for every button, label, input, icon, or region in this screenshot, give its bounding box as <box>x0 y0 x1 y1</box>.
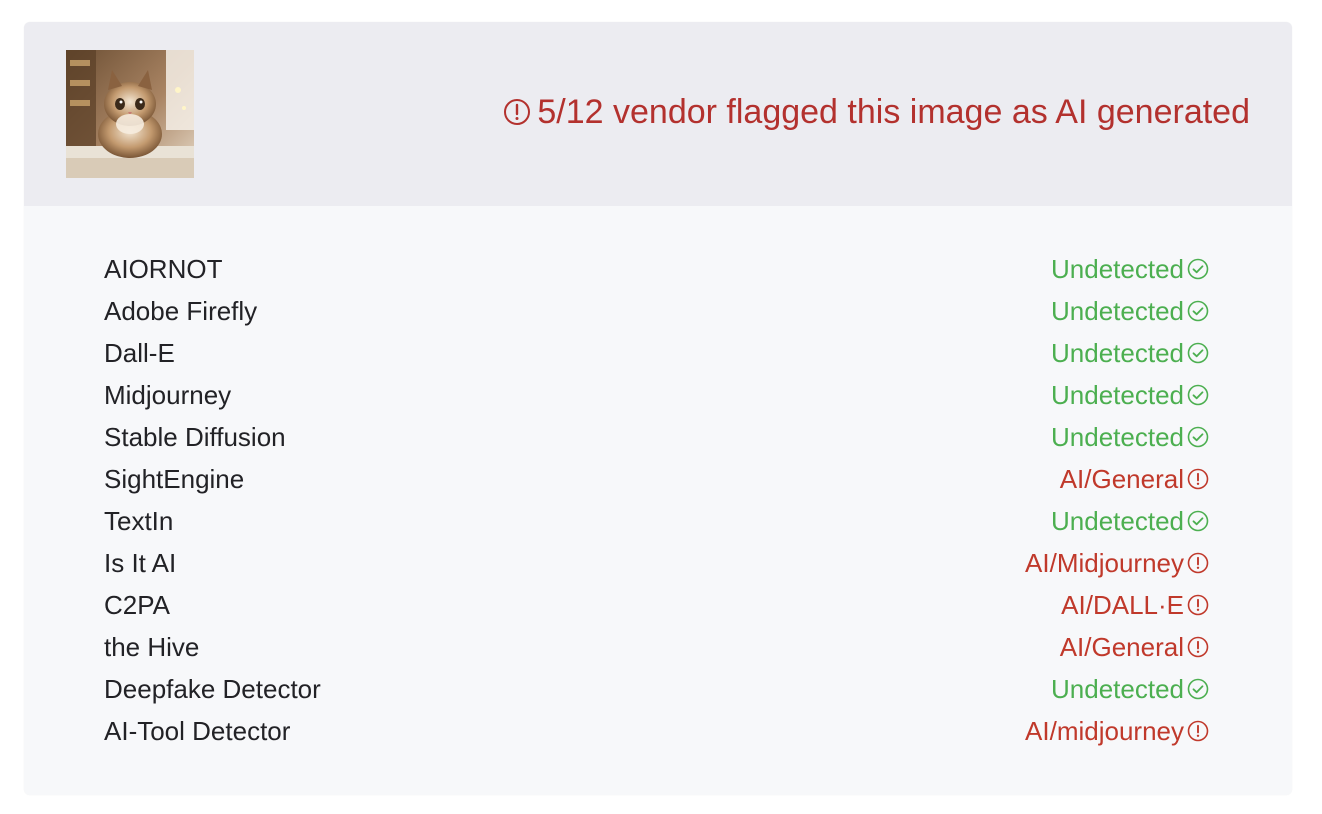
vendor-row: Stable Diffusion Undetected <box>104 416 1210 458</box>
vendor-status-flagged: AI/DALL·E <box>1061 584 1210 626</box>
alert-circle-icon <box>1186 551 1210 575</box>
alert-circle-icon <box>1186 719 1210 743</box>
vendor-status-text: AI/midjourney <box>1025 716 1184 746</box>
vendor-status-text: Undetected <box>1051 338 1184 368</box>
vendor-status-undetected: Undetected <box>1051 290 1210 332</box>
vendor-row: AI-Tool Detector AI/midjourney <box>104 710 1210 752</box>
vendor-status-flagged: AI/General <box>1060 458 1210 500</box>
vendor-status-undetected: Undetected <box>1051 668 1210 710</box>
vendor-name: Midjourney <box>104 380 232 410</box>
check-circle-icon <box>1186 509 1210 533</box>
vendor-status-text: Undetected <box>1051 422 1184 452</box>
vendor-status-text: Undetected <box>1051 380 1184 410</box>
alert-circle-icon <box>1186 635 1210 659</box>
vendor-row: Is It AI AI/Midjourney <box>104 542 1210 584</box>
vendor-status-text: Undetected <box>1051 506 1184 536</box>
vendor-status-text: AI/Midjourney <box>1025 548 1184 578</box>
check-circle-icon <box>1186 257 1210 281</box>
vendor-status-flagged: AI/General <box>1060 626 1210 668</box>
cat-photo <box>66 50 194 178</box>
vendor-status-undetected: Undetected <box>1051 416 1210 458</box>
vendor-row: Midjourney Undetected <box>104 374 1210 416</box>
alert-circle-icon <box>501 96 533 128</box>
vendor-row: Deepfake Detector Undetected <box>104 668 1210 710</box>
vendor-row: SightEngine AI/General <box>104 458 1210 500</box>
vendor-row: Adobe Firefly Undetected <box>104 290 1210 332</box>
vendor-name: Deepfake Detector <box>104 674 321 704</box>
check-circle-icon <box>1186 299 1210 323</box>
vendor-status-text: Undetected <box>1051 674 1184 704</box>
vendor-row: TextIn Undetected <box>104 500 1210 542</box>
flagged-summary-text: 5/12 vendor flagged this image as AI gen… <box>537 93 1250 131</box>
vendor-status-text: AI/General <box>1059 632 1184 662</box>
vendor-status-flagged: AI/midjourney <box>1025 710 1210 752</box>
vendor-status-undetected: Undetected <box>1051 332 1210 374</box>
vendor-name: Stable Diffusion <box>104 422 286 452</box>
detection-result-card: 5/12 vendor flagged this image as AI gen… <box>24 22 1292 795</box>
vendor-status-undetected: Undetected <box>1051 500 1210 542</box>
vendor-row: AIORNOT Undetected <box>104 248 1210 290</box>
vendor-results-list: AIORNOT Undetected Adobe Firefly Undetected… <box>104 248 1210 752</box>
vendor-name: Dall-E <box>104 338 175 368</box>
alert-circle-icon <box>1186 593 1210 617</box>
vendor-name: AIORNOT <box>104 254 223 284</box>
vendor-row: C2PA AI/DALL·E <box>104 584 1210 626</box>
vendor-status-flagged: AI/Midjourney <box>1025 542 1210 584</box>
vendor-status-text: AI/General <box>1059 464 1184 494</box>
vendor-status-undetected: Undetected <box>1051 374 1210 416</box>
vendor-row: Dall-E Undetected <box>104 332 1210 374</box>
image-thumbnail[interactable] <box>66 50 194 178</box>
vendor-name: Adobe Firefly <box>104 296 258 326</box>
check-circle-icon <box>1186 383 1210 407</box>
vendor-row: the Hive AI/General <box>104 626 1210 668</box>
vendor-name: Is It AI <box>104 548 177 578</box>
vendor-status-undetected: Undetected <box>1051 248 1210 290</box>
vendor-status-text: Undetected <box>1051 254 1184 284</box>
check-circle-icon <box>1186 425 1210 449</box>
vendor-status-text: Undetected <box>1051 296 1184 326</box>
flagged-summary: 5/12 vendor flagged this image as AI gen… <box>501 90 1250 134</box>
alert-circle-icon <box>1186 467 1210 491</box>
vendor-name: C2PA <box>104 590 170 620</box>
result-header: 5/12 vendor flagged this image as AI gen… <box>24 22 1292 206</box>
vendor-name: AI-Tool Detector <box>104 716 291 746</box>
vendor-name: the Hive <box>104 632 200 662</box>
check-circle-icon <box>1186 677 1210 701</box>
vendor-status-text: AI/DALL·E <box>1061 590 1184 620</box>
vendor-name: TextIn <box>104 506 174 536</box>
check-circle-icon <box>1186 341 1210 365</box>
vendor-name: SightEngine <box>104 464 245 494</box>
